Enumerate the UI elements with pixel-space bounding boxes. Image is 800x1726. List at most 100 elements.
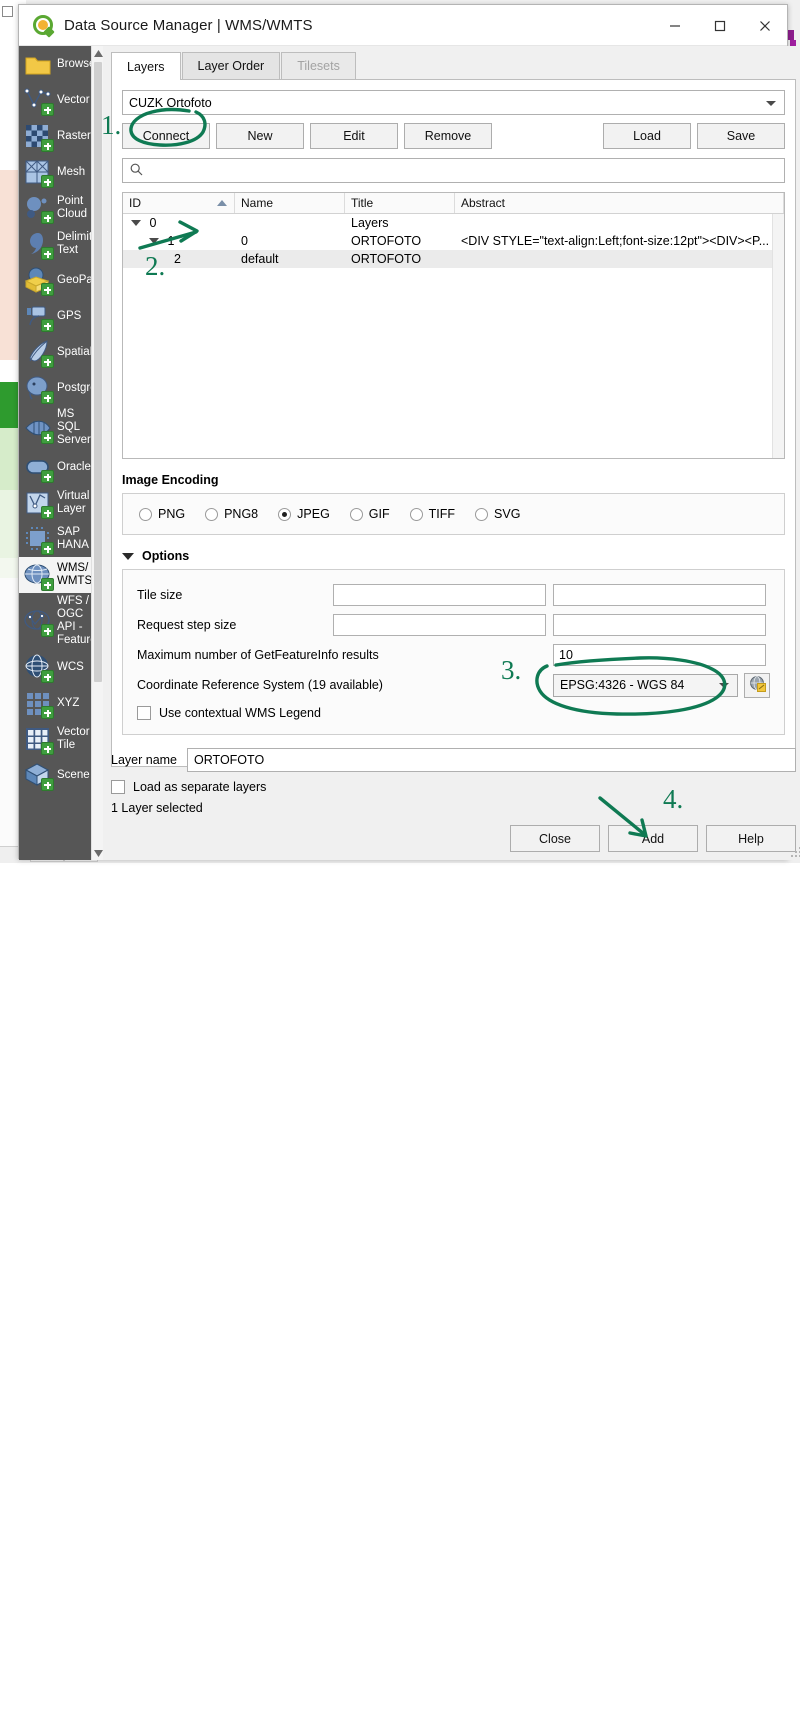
crs-select-button[interactable] bbox=[744, 673, 770, 698]
sidebar-item-oracle[interactable]: Oracle bbox=[19, 449, 91, 485]
max-getfeatureinfo-row: Maximum number of GetFeatureInfo results… bbox=[137, 640, 770, 670]
search-icon bbox=[130, 163, 143, 179]
sidebar-item-label: WCS bbox=[57, 661, 84, 674]
radio-label: PNG8 bbox=[224, 507, 258, 521]
sidebar-item-raster[interactable]: Raster bbox=[19, 118, 91, 154]
sidebar-item-spatialite[interactable]: SpatiaLite bbox=[19, 334, 91, 370]
background-map-canvas bbox=[0, 863, 20, 1726]
options-collapse-header[interactable]: Options bbox=[122, 549, 785, 563]
layer-tree-row[interactable]: 1 0 ORTOFOTO <DIV STYLE="text-align:Left… bbox=[123, 232, 784, 250]
connection-select[interactable]: CUZK Ortofoto bbox=[122, 90, 785, 115]
cell-title: ORTOFOTO bbox=[351, 234, 421, 248]
tab-layer-order[interactable]: Layer Order bbox=[182, 52, 281, 79]
layer-tree[interactable]: ID Name Title Abstract bbox=[122, 192, 785, 459]
sidebar-item-xyz[interactable]: XYZ bbox=[19, 685, 91, 721]
sidebar-item-gps[interactable]: GPS bbox=[19, 298, 91, 334]
qgis-logo-icon bbox=[33, 15, 53, 35]
request-step-width-input[interactable] bbox=[333, 614, 546, 636]
wms-wmts-icon bbox=[23, 560, 53, 590]
connect-button[interactable]: Connect bbox=[122, 123, 210, 149]
sidebar-item-ms-sql-server[interactable]: MS SQL Server bbox=[19, 406, 91, 449]
column-header-title[interactable]: Title bbox=[345, 193, 455, 213]
tile-size-height-input[interactable] bbox=[553, 584, 766, 606]
vector-icon bbox=[23, 85, 53, 115]
radio-gif[interactable]: GIF bbox=[350, 507, 390, 521]
sidebar-scrollbar[interactable] bbox=[91, 46, 103, 860]
column-header-name[interactable]: Name bbox=[235, 193, 345, 213]
new-button[interactable]: New bbox=[216, 123, 304, 149]
sidebar-item-virtual-layer[interactable]: Virtual Layer bbox=[19, 485, 91, 521]
radio-tiff[interactable]: TIFF bbox=[410, 507, 455, 521]
checkbox-indicator bbox=[111, 780, 125, 794]
layer-name-input[interactable] bbox=[187, 748, 796, 772]
crs-label: Coordinate Reference System (19 availabl… bbox=[137, 678, 553, 692]
cell-id: 0 bbox=[149, 216, 156, 230]
wfs-icon bbox=[23, 606, 53, 636]
data-source-manager-dialog: Data Source Manager | WMS/WMTS Browser bbox=[18, 4, 788, 859]
edit-button[interactable]: Edit bbox=[310, 123, 398, 149]
tile-size-width-input[interactable] bbox=[333, 584, 546, 606]
sidebar-item-geopackage[interactable]: GeoPackage bbox=[19, 262, 91, 298]
radio-label: SVG bbox=[494, 507, 520, 521]
save-button[interactable]: Save bbox=[697, 123, 785, 149]
layer-tree-row[interactable]: 0 Layers bbox=[123, 214, 784, 232]
tab-bar: Layers Layer Order Tilesets bbox=[111, 51, 796, 80]
remove-button[interactable]: Remove bbox=[404, 123, 492, 149]
sidebar-item-label: Vector bbox=[57, 94, 90, 107]
sidebar-item-wfs-ogc-api-features[interactable]: WFS / OGC API - Features bbox=[19, 593, 91, 649]
help-button[interactable]: Help bbox=[706, 825, 796, 852]
maximize-button[interactable] bbox=[697, 5, 742, 46]
add-button[interactable]: Add bbox=[608, 825, 698, 852]
connect-button-label: Connect bbox=[143, 129, 190, 143]
request-step-label: Request step size bbox=[137, 618, 333, 632]
sidebar-item-label: PostgreSQL bbox=[57, 382, 91, 395]
layer-tree-row-2[interactable]: 2 default ORTOFOTO bbox=[123, 250, 784, 268]
sidebar-item-scene[interactable]: Scene bbox=[19, 757, 91, 793]
radio-png[interactable]: PNG bbox=[139, 507, 185, 521]
max-getfeatureinfo-input[interactable]: 10 bbox=[553, 644, 766, 666]
sidebar-item-wms-wmts[interactable]: WMS/ WMTS bbox=[19, 557, 91, 593]
status-text: 1 Layer selected bbox=[111, 801, 796, 815]
help-button-label: Help bbox=[738, 832, 764, 846]
resize-grip[interactable] bbox=[790, 846, 800, 858]
radio-png8[interactable]: PNG8 bbox=[205, 507, 258, 521]
contextual-legend-checkbox[interactable]: Use contextual WMS Legend bbox=[137, 700, 770, 726]
request-step-height-input[interactable] bbox=[553, 614, 766, 636]
load-as-separate-layers-checkbox[interactable]: Load as separate layers bbox=[111, 780, 796, 794]
close-button[interactable]: Close bbox=[510, 825, 600, 852]
radio-indicator bbox=[278, 508, 291, 521]
dialog-titlebar[interactable]: Data Source Manager | WMS/WMTS bbox=[19, 5, 787, 46]
load-button[interactable]: Load bbox=[603, 123, 691, 149]
sidebar-item-wcs[interactable]: WCS bbox=[19, 649, 91, 685]
sidebar-scrollbar-thumb[interactable] bbox=[94, 62, 102, 682]
dialog-buttons: Close Add Help bbox=[111, 825, 796, 852]
sidebar-item-vector[interactable]: Vector bbox=[19, 82, 91, 118]
chevron-down-icon bbox=[122, 553, 134, 560]
radio-jpeg[interactable]: JPEG bbox=[278, 507, 330, 521]
load-as-separate-layers-label: Load as separate layers bbox=[133, 780, 266, 794]
search-input[interactable] bbox=[149, 163, 777, 179]
column-header-abstract[interactable]: Abstract bbox=[455, 193, 784, 213]
sidebar-item-label: WMS/ WMTS bbox=[57, 562, 91, 588]
new-button-label: New bbox=[247, 129, 272, 143]
sidebar-item-vector-tile[interactable]: Vector Tile bbox=[19, 721, 91, 757]
radio-svg[interactable]: SVG bbox=[475, 507, 520, 521]
sidebar-item-browser[interactable]: Browser bbox=[19, 46, 91, 82]
folder-icon bbox=[23, 49, 53, 79]
crs-combo[interactable]: EPSG:4326 - WGS 84 bbox=[553, 674, 738, 697]
sidebar-item-point-cloud[interactable]: Point Cloud bbox=[19, 190, 91, 226]
tab-tilesets: Tilesets bbox=[281, 52, 356, 79]
minimize-button[interactable] bbox=[652, 5, 697, 46]
sidebar-item-sap-hana[interactable]: SAP HANA bbox=[19, 521, 91, 557]
column-header-id[interactable]: ID bbox=[123, 193, 235, 213]
close-button-label: Close bbox=[539, 832, 571, 846]
expander-icon[interactable] bbox=[149, 238, 159, 244]
sidebar-item-postgresql[interactable]: PostgreSQL bbox=[19, 370, 91, 406]
close-button[interactable] bbox=[742, 5, 787, 46]
expander-icon[interactable] bbox=[131, 220, 141, 226]
tab-layers[interactable]: Layers bbox=[111, 52, 181, 80]
layer-tree-scrollbar[interactable] bbox=[772, 214, 784, 458]
sidebar-item-mesh[interactable]: Mesh bbox=[19, 154, 91, 190]
search-box[interactable] bbox=[122, 158, 785, 183]
sidebar-item-delimited-text[interactable]: Delimited Text bbox=[19, 226, 91, 262]
